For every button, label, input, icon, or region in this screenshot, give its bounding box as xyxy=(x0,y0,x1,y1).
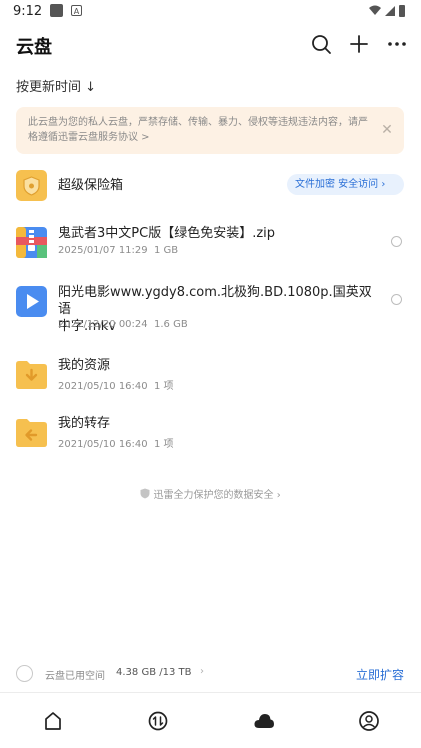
notification-icon xyxy=(50,4,63,17)
sort-arrow-icon: ↓ xyxy=(85,80,97,95)
file-date: 2025/01/07 11:29 xyxy=(58,245,148,256)
more-icon[interactable] xyxy=(386,33,408,55)
storage-bar[interactable]: 云盘已用空间 4.38 GB /13 TB › 立即扩容 xyxy=(16,664,404,684)
vault-pill-label: 文件加密 安全访问 xyxy=(295,179,379,190)
file-size: 1 项 xyxy=(154,381,174,392)
list-item[interactable]: 我的转存 2021/05/10 16:40 1 项 xyxy=(0,414,421,450)
cloud-icon[interactable] xyxy=(253,710,275,732)
notice-text: 此云盘为您的私人云盘，严禁存储、传输、暴力、侵权等违规违法内容，请严格遵循迅雷云… xyxy=(28,115,368,145)
file-size: 1 GB xyxy=(154,245,179,256)
folder-name: 我的转存 xyxy=(58,416,111,431)
file-size: 1 项 xyxy=(154,439,174,450)
tab-bar-divider xyxy=(0,692,421,693)
status-bar: 9:12 A xyxy=(0,0,421,24)
wifi-icon xyxy=(369,5,381,15)
list-item[interactable]: 阳光电影www.ygdy8.com.北极狗.BD.1080p.国英双语 中字.m… xyxy=(0,284,421,334)
profile-icon[interactable] xyxy=(358,710,380,732)
search-icon[interactable] xyxy=(310,33,332,55)
select-checkbox[interactable] xyxy=(391,294,402,305)
folder-transfer-icon xyxy=(16,419,47,447)
file-meta: 2021/05/10 16:40 1 项 xyxy=(58,435,174,450)
video-icon xyxy=(16,286,47,317)
file-date: 2022/12/20 00:24 xyxy=(58,319,148,330)
transfer-icon[interactable] xyxy=(147,710,169,732)
vault-name: 超级保险箱 xyxy=(58,178,124,193)
data-protection-link[interactable]: 迅雷全力保护您的数据安全 › xyxy=(0,486,421,501)
system-status-icons xyxy=(369,5,405,17)
storage-used-value: 4.38 GB /13 TB xyxy=(116,667,192,678)
notice-link-arrow: > xyxy=(138,132,150,143)
notice-banner: 此云盘为您的私人云盘，严禁存储、传输、暴力、侵权等违规违法内容，请严格遵循迅雷云… xyxy=(16,107,404,154)
folder-name: 我的资源 xyxy=(58,358,111,373)
file-size: 1.6 GB xyxy=(154,319,188,330)
file-date: 2021/05/10 16:40 xyxy=(58,439,148,450)
list-item[interactable]: 鬼武者3中文PC版【绿色免安装】.zip 2025/01/07 11:29 1 … xyxy=(0,224,421,260)
shield-icon xyxy=(140,488,150,499)
battery-icon xyxy=(399,5,405,17)
notice-close-icon[interactable]: ✕ xyxy=(378,121,396,139)
vault-security-button[interactable]: 文件加密 安全访问 › xyxy=(287,174,404,195)
chevron-right-icon: › xyxy=(381,179,386,190)
chevron-right-icon: › xyxy=(276,490,281,501)
home-icon[interactable] xyxy=(42,710,64,732)
plus-icon[interactable] xyxy=(348,33,370,55)
sort-label: 按更新时间 xyxy=(16,80,82,95)
file-meta: 2021/05/10 16:40 1 项 xyxy=(58,377,174,392)
page-title: 云盘 xyxy=(16,37,52,58)
app-badge-icon: A xyxy=(71,5,82,16)
select-checkbox[interactable] xyxy=(391,236,402,247)
file-date: 2021/05/10 16:40 xyxy=(58,381,148,392)
vault-icon xyxy=(16,170,47,201)
storage-usage-ring xyxy=(16,665,33,682)
zip-icon xyxy=(16,227,47,258)
service-agreement-link[interactable]: 迅雷云盘服务协议 xyxy=(58,132,138,143)
expand-storage-button[interactable]: 立即扩容 xyxy=(356,666,404,683)
file-name-line-1: 阳光电影www.ygdy8.com.北极狗.BD.1080p.国英双语 xyxy=(58,285,372,317)
sort-selector[interactable]: 按更新时间 ↓ xyxy=(16,76,96,95)
storage-label: 云盘已用空间 xyxy=(45,671,105,682)
file-name: 鬼武者3中文PC版【绿色免安装】.zip xyxy=(58,226,276,241)
signal-icon xyxy=(385,6,395,16)
file-meta: 2022/12/20 00:24 1.6 GB xyxy=(58,319,188,330)
chevron-right-icon: › xyxy=(200,666,204,677)
folder-download-icon xyxy=(16,361,47,389)
list-item[interactable]: 我的资源 2021/05/10 16:40 1 项 xyxy=(0,356,421,392)
status-time: 9:12 xyxy=(13,4,43,19)
protection-text: 迅雷全力保护您的数据安全 xyxy=(153,490,274,501)
file-meta: 2025/01/07 11:29 1 GB xyxy=(58,245,178,256)
